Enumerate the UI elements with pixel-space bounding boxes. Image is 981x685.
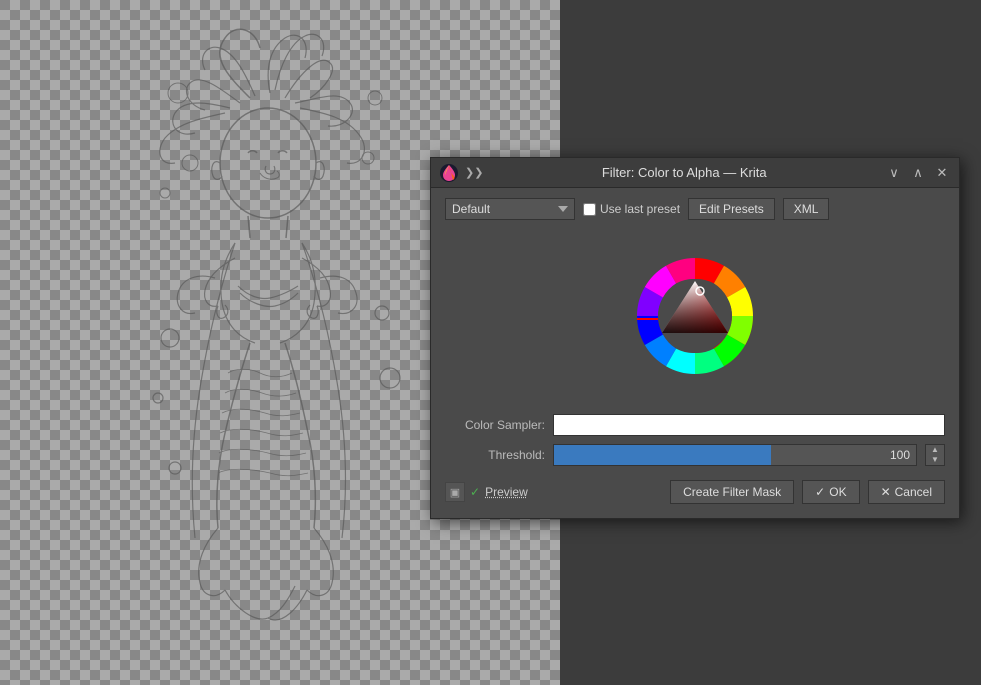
krita-logo-icon (439, 163, 459, 183)
color-sampler-bar[interactable] (553, 414, 945, 436)
threshold-spinbox[interactable]: ▲ ▼ (925, 444, 945, 466)
action-row: ▣ ✓ Preview Create Filter Mask ✓ OK ✕ Ca… (445, 480, 945, 504)
threshold-slider[interactable]: 100 (553, 444, 917, 466)
close-button[interactable]: ✕ (933, 164, 951, 182)
threshold-label: Threshold: (445, 448, 545, 462)
use-last-preset-checkbox-label[interactable]: Use last preset (583, 202, 680, 216)
use-last-preset-checkbox[interactable] (583, 203, 596, 216)
cancel-label: Cancel (895, 485, 932, 499)
edit-presets-button[interactable]: Edit Presets (688, 198, 775, 220)
toolbar-row: Default Use last preset Edit Presets XML (445, 198, 945, 220)
color-wheel-wrapper[interactable] (611, 232, 779, 400)
dialog-body: Default Use last preset Edit Presets XML (431, 188, 959, 518)
preview-section: ▣ ✓ Preview (445, 482, 528, 502)
hue-ring (637, 258, 753, 374)
filter-dialog: ❯❯ Filter: Color to Alpha — Krita ∨ ∧ ✕ … (430, 157, 960, 519)
expand-icon[interactable]: ❯❯ (465, 166, 483, 179)
cancel-button[interactable]: ✕ Cancel (868, 480, 945, 504)
restore-button[interactable]: ∧ (909, 164, 927, 182)
preset-select[interactable]: Default (445, 198, 575, 220)
ok-icon: ✓ (815, 485, 825, 499)
color-sampler-label: Color Sampler: (445, 418, 545, 432)
spinbox-up-button[interactable]: ▲ (926, 445, 944, 455)
cancel-icon: ✕ (881, 485, 891, 499)
create-filter-mask-button[interactable]: Create Filter Mask (670, 480, 794, 504)
use-last-preset-label: Use last preset (600, 202, 680, 216)
preview-icon-box: ▣ (445, 482, 465, 502)
sketch-image (70, 18, 490, 668)
window-controls: ∨ ∧ ✕ (885, 164, 951, 182)
color-sampler-row: Color Sampler: (445, 414, 945, 436)
titlebar-left: ❯❯ (439, 163, 483, 183)
threshold-value: 100 (890, 448, 910, 462)
dialog-title: Filter: Color to Alpha — Krita (483, 165, 885, 180)
xml-button[interactable]: XML (783, 198, 830, 220)
ok-label: OK (829, 485, 846, 499)
ok-button[interactable]: ✓ OK (802, 480, 859, 504)
dialog-titlebar: ❯❯ Filter: Color to Alpha — Krita ∨ ∧ ✕ (431, 158, 959, 188)
preview-label[interactable]: Preview (485, 485, 528, 499)
threshold-row: Threshold: 100 ▲ ▼ (445, 444, 945, 466)
minimize-button[interactable]: ∨ (885, 164, 903, 182)
spinbox-down-button[interactable]: ▼ (926, 455, 944, 465)
color-wheel-area (445, 232, 945, 400)
preview-checkmark: ✓ (470, 485, 480, 499)
color-wheel-svg[interactable] (611, 232, 779, 400)
controls-section: Color Sampler: Threshold: 100 ▲ ▼ (445, 414, 945, 466)
